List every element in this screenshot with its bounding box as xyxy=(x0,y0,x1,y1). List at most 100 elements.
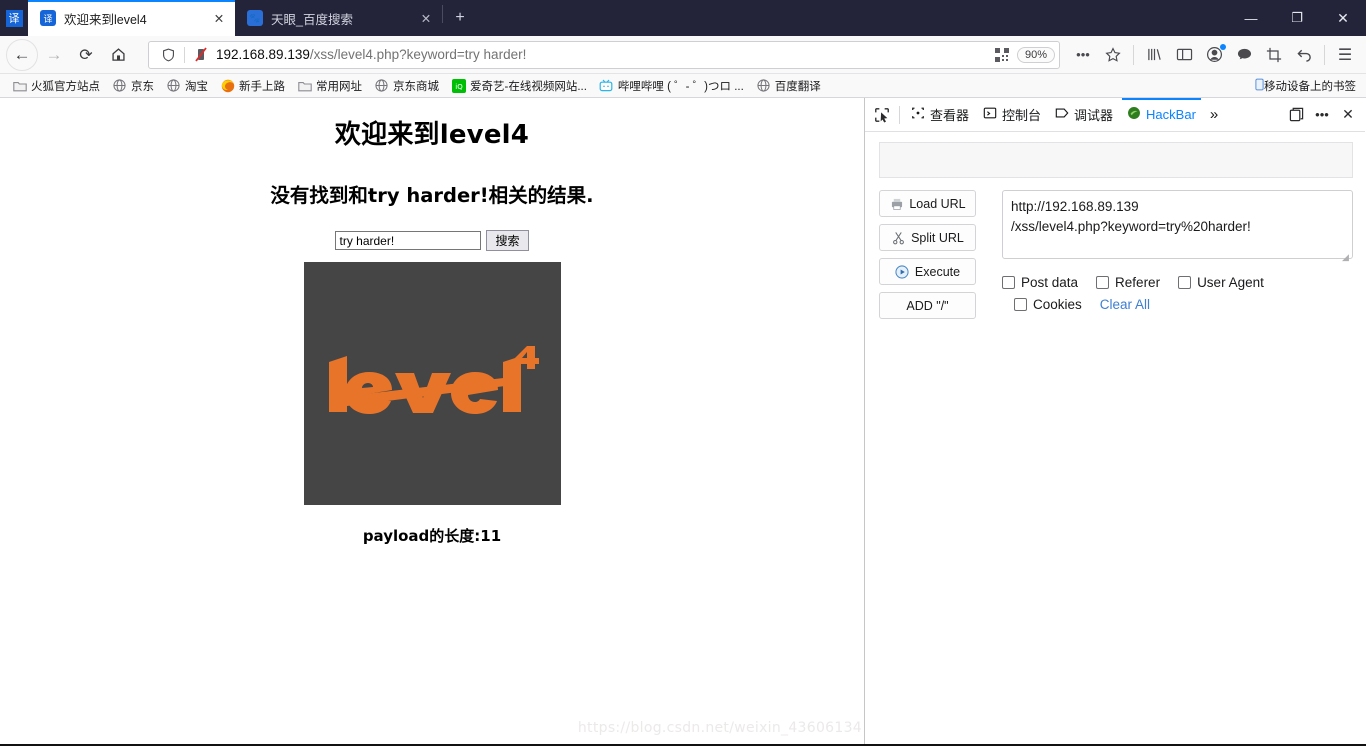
tab-close-button[interactable]: ✕ xyxy=(209,8,229,28)
hackbar-options-row-2: Cookies Clear All xyxy=(1002,297,1353,312)
url-bar[interactable]: 192.168.89.139/xss/level4.php?keyword=tr… xyxy=(148,40,1060,69)
hackbar-button-label: Split URL xyxy=(911,230,964,245)
bilibili-icon xyxy=(599,78,614,93)
user-agent-checkbox[interactable] xyxy=(1178,276,1192,289)
bookmark-label: 新手上路 xyxy=(239,80,285,93)
forward-button: → xyxy=(45,44,63,64)
devtools-close-button[interactable]: ✕ xyxy=(1335,100,1361,130)
hackbar-button-label: ADD "/" xyxy=(906,298,949,313)
new-tab-button[interactable]: + xyxy=(443,0,477,36)
play-icon xyxy=(895,264,910,279)
console-icon xyxy=(983,106,997,123)
globe-icon xyxy=(756,78,771,93)
devtools-tab-console[interactable]: 控制台 xyxy=(976,98,1048,131)
browser-tab-1[interactable]: 🐾 天眼_百度搜索 ✕ xyxy=(235,0,442,36)
undo-icon[interactable] xyxy=(1289,40,1319,70)
devtools-tab-debugger[interactable]: 调试器 xyxy=(1048,98,1120,131)
app-menu-button[interactable]: ☰ xyxy=(1330,40,1360,70)
execute-button[interactable]: Execute xyxy=(879,258,976,285)
devtools-toolbar-right: ••• ✕ xyxy=(1283,100,1361,130)
star-icon[interactable] xyxy=(1098,40,1128,70)
bookmark-item-8[interactable]: 百度翻译 xyxy=(750,76,827,96)
bookmark-label: 淘宝 xyxy=(185,80,208,93)
cookies-label: Cookies xyxy=(1033,297,1082,312)
debugger-icon xyxy=(1055,106,1069,123)
url-text[interactable]: 192.168.89.139/xss/level4.php?keyword=tr… xyxy=(216,47,991,62)
mobile-bookmarks-item[interactable]: 移动设备上的书签 xyxy=(1255,78,1360,94)
bookmark-label: 京东 xyxy=(131,80,154,93)
bookmark-item-2[interactable]: 淘宝 xyxy=(160,76,214,96)
devtools-panel: 查看器 控制台 调试器 HackBar » ••• ✕ Load URL Spl… xyxy=(865,98,1365,744)
web-page-viewport: 欢迎来到level4 没有找到和try harder!相关的结果. 搜索 xyxy=(0,98,865,744)
devtools-tab-inspector[interactable]: 查看器 xyxy=(904,98,976,131)
devtools-overflow-button[interactable]: » xyxy=(1203,98,1225,131)
back-button[interactable]: ← xyxy=(6,38,38,71)
payload-length-text: payload的长度:11 xyxy=(362,527,502,545)
bookmark-item-1[interactable]: 京东 xyxy=(106,76,160,96)
tab-title: 欢迎来到level4 xyxy=(64,12,147,27)
bookmark-item-0[interactable]: 火狐官方站点 xyxy=(6,76,106,96)
tab-close-button[interactable]: ✕ xyxy=(416,8,436,28)
home-button[interactable] xyxy=(102,39,134,71)
reload-button[interactable]: ⟳ xyxy=(70,39,102,71)
search-input[interactable] xyxy=(335,231,482,250)
window-maximize-button[interactable]: ❐ xyxy=(1274,0,1320,36)
bookmark-item-4[interactable]: 常用网址 xyxy=(291,76,368,96)
load-url-button[interactable]: Load URL xyxy=(879,190,976,217)
zoom-level-badge[interactable]: 90% xyxy=(1016,46,1055,63)
load-url-icon xyxy=(889,196,904,211)
bookmarks-bar: 火狐官方站点 京东 淘宝 新手上路 常用网址 京东商城 iQ 爱奇艺-在线视频网… xyxy=(0,74,1366,98)
bookmark-item-3[interactable]: 新手上路 xyxy=(214,76,291,96)
referer-label: Referer xyxy=(1115,275,1161,290)
navigation-toolbar: ← → ⟳ 192.168.89.139/xss/level4.php?keyw… xyxy=(0,36,1366,74)
element-picker-icon[interactable] xyxy=(869,100,895,130)
bookmark-item-5[interactable]: 京东商城 xyxy=(368,76,445,96)
devtools-divider xyxy=(899,105,900,124)
hackbar-url-textarea[interactable] xyxy=(1002,190,1353,259)
page-content: 欢迎来到level4 没有找到和try harder!相关的结果. 搜索 xyxy=(0,98,864,546)
add-slash-button[interactable]: ADD "/" xyxy=(879,292,976,319)
dock-icon[interactable] xyxy=(1283,100,1309,130)
page-actions-button[interactable]: ••• xyxy=(1068,40,1098,70)
cookies-checkbox[interactable] xyxy=(1014,298,1027,311)
hackbar-body: Load URL Split URL Execute ADD "/" http:… xyxy=(879,190,1353,319)
chat-icon[interactable] xyxy=(1229,40,1259,70)
bookmark-item-6[interactable]: iQ 爱奇艺-在线视频网站... xyxy=(445,76,593,96)
no-permissions-icon[interactable] xyxy=(190,45,212,65)
page-subtitle: 没有找到和try harder!相关的结果. xyxy=(270,184,594,207)
post-data-checkbox[interactable] xyxy=(1002,276,1015,289)
sidebar-icon[interactable] xyxy=(1169,40,1199,70)
account-icon[interactable] xyxy=(1199,40,1229,70)
browser-tab-0[interactable]: 译 欢迎来到level4 ✕ xyxy=(28,0,235,36)
clear-all-link[interactable]: Clear All xyxy=(1100,297,1150,312)
devtools-tab-hackbar[interactable]: HackBar xyxy=(1120,98,1203,131)
qr-code-icon[interactable] xyxy=(991,45,1013,65)
bookmark-item-7[interactable]: 哔哩哔哩 ( ゜- ゜)つロ ... xyxy=(593,76,750,96)
devtools-tab-label: 查看器 xyxy=(930,108,970,123)
watermark-text: https://blog.csdn.net/weixin_43606134 xyxy=(577,720,862,736)
baidu-icon: 🐾 xyxy=(247,10,263,26)
hackbar-panel: Load URL Split URL Execute ADD "/" http:… xyxy=(865,132,1365,744)
devtools-meatball-button[interactable]: ••• xyxy=(1309,100,1335,130)
hackbar-icon xyxy=(1127,106,1141,123)
library-icon[interactable] xyxy=(1139,40,1169,70)
devtools-toolbar: 查看器 控制台 调试器 HackBar » ••• ✕ xyxy=(865,98,1365,132)
folder-icon xyxy=(12,78,27,93)
hackbar-url-wrapper: ◢ xyxy=(1002,190,1353,264)
level4-image xyxy=(303,262,561,505)
hackbar-button-label: Load URL xyxy=(909,196,966,211)
shield-icon[interactable] xyxy=(157,45,179,65)
account-badge-dot xyxy=(1220,43,1226,50)
url-path: /xss/level4.php?keyword=try harder! xyxy=(309,47,527,62)
resize-grip-icon[interactable]: ◢ xyxy=(1342,253,1350,262)
window-controls: — ❐ ✕ xyxy=(1228,0,1366,36)
search-form: 搜索 xyxy=(0,230,864,251)
search-button[interactable]: 搜索 xyxy=(486,230,529,251)
window-close-button[interactable]: ✕ xyxy=(1320,0,1366,36)
window-minimize-button[interactable]: — xyxy=(1228,0,1274,36)
split-url-button[interactable]: Split URL xyxy=(879,224,976,251)
referer-checkbox[interactable] xyxy=(1096,276,1110,289)
hackbar-button-label: Execute xyxy=(914,264,961,279)
screenshot-icon[interactable] xyxy=(1259,40,1289,70)
page-title: 欢迎来到level4 xyxy=(334,120,530,150)
